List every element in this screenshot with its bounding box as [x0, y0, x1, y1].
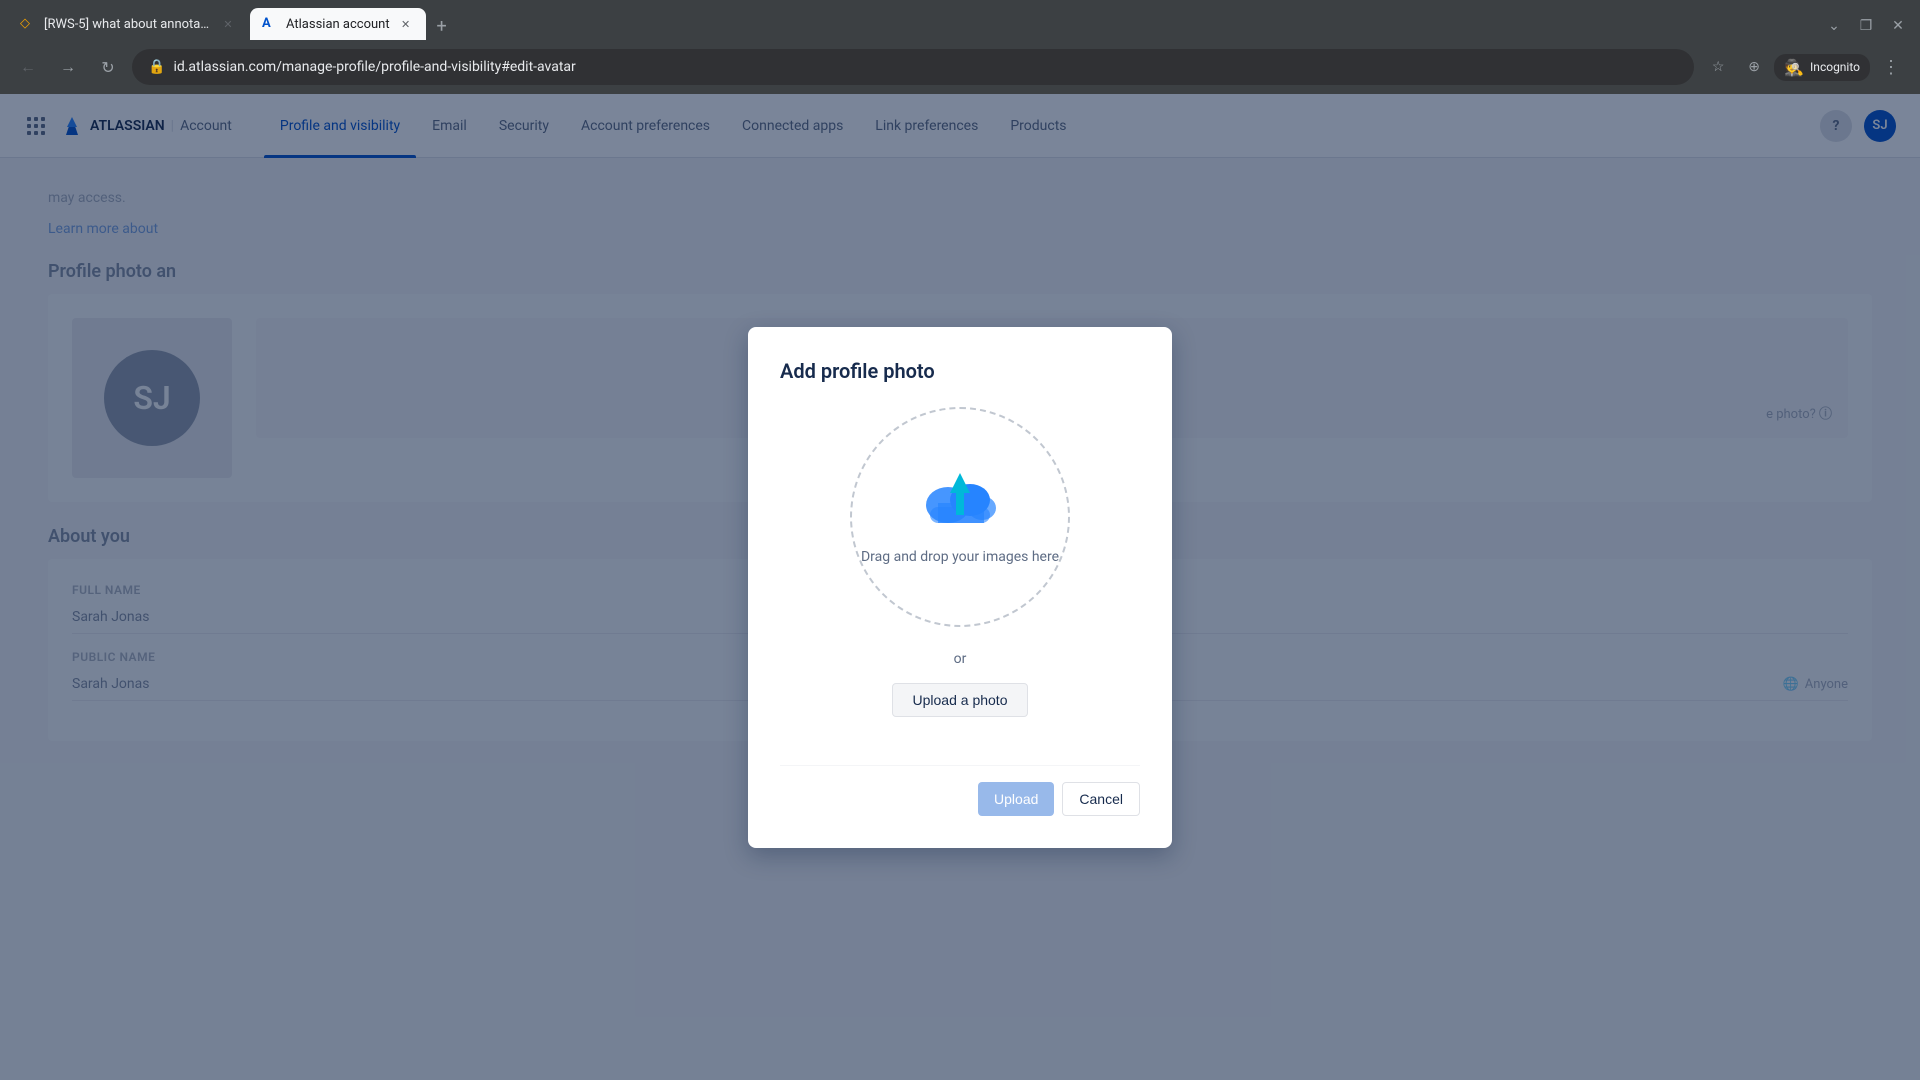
upload-photo-button[interactable]: Upload a photo: [892, 683, 1029, 717]
url-bar[interactable]: 🔒 id.atlassian.com/manage-profile/profil…: [132, 49, 1694, 85]
url-text: id.atlassian.com/manage-profile/profile-…: [173, 59, 1678, 75]
page-content: ATLASSIAN | Account Profile and visibili…: [0, 94, 1920, 1080]
tab-bar-close[interactable]: ✕: [1884, 12, 1912, 40]
bookmark-button[interactable]: ☆: [1702, 51, 1734, 83]
incognito-icon: 🕵: [1784, 58, 1804, 77]
cancel-button[interactable]: Cancel: [1062, 782, 1140, 816]
modal-footer: Upload Cancel: [780, 765, 1140, 816]
tab1-title: [RWS-5] what about annotations...: [44, 17, 212, 32]
tab-annotations[interactable]: ◇ [RWS-5] what about annotations... ✕: [8, 8, 248, 40]
address-bar: ← → ↻ 🔒 id.atlassian.com/manage-profile/…: [0, 40, 1920, 94]
address-bar-right: ☆ ⊕ 🕵 Incognito ⋮: [1702, 51, 1908, 83]
lock-icon: 🔒: [148, 59, 165, 75]
incognito-badge: 🕵 Incognito: [1774, 54, 1870, 81]
tab-atlassian[interactable]: A Atlassian account ✕: [250, 8, 426, 40]
incognito-label: Incognito: [1810, 60, 1860, 74]
tab2-favicon: A: [262, 16, 278, 32]
tab-bar-restore[interactable]: ❐: [1852, 12, 1880, 40]
browser-chrome: ◇ [RWS-5] what about annotations... ✕ A …: [0, 0, 1920, 94]
extension-button[interactable]: ⊕: [1738, 51, 1770, 83]
cloud-upload-icon: [920, 465, 1000, 535]
forward-button[interactable]: →: [52, 51, 84, 83]
tab-bar: ◇ [RWS-5] what about annotations... ✕ A …: [0, 0, 1920, 40]
drop-zone[interactable]: Drag and drop your images here: [850, 407, 1070, 627]
modal-overlay[interactable]: Add profile photo Drag and drop your ima…: [0, 94, 1920, 1080]
add-photo-modal: Add profile photo Drag and drop your ima…: [748, 327, 1172, 848]
upload-button[interactable]: Upload: [978, 782, 1054, 816]
tab2-title: Atlassian account: [286, 17, 390, 32]
tab-bar-right: ⌄ ❐ ✕: [1820, 12, 1920, 40]
drop-zone-text: Drag and drop your images here: [861, 547, 1059, 568]
tab-bar-minimize[interactable]: ⌄: [1820, 12, 1848, 40]
new-tab-button[interactable]: +: [428, 12, 456, 40]
tab2-close[interactable]: ✕: [398, 16, 414, 32]
back-button[interactable]: ←: [12, 51, 44, 83]
tab1-favicon: ◇: [20, 16, 36, 32]
or-divider: or: [780, 651, 1140, 667]
browser-menu-button[interactable]: ⋮: [1874, 53, 1908, 82]
modal-title: Add profile photo: [780, 359, 1140, 383]
reload-button[interactable]: ↻: [92, 51, 124, 83]
tab1-close[interactable]: ✕: [220, 16, 236, 32]
